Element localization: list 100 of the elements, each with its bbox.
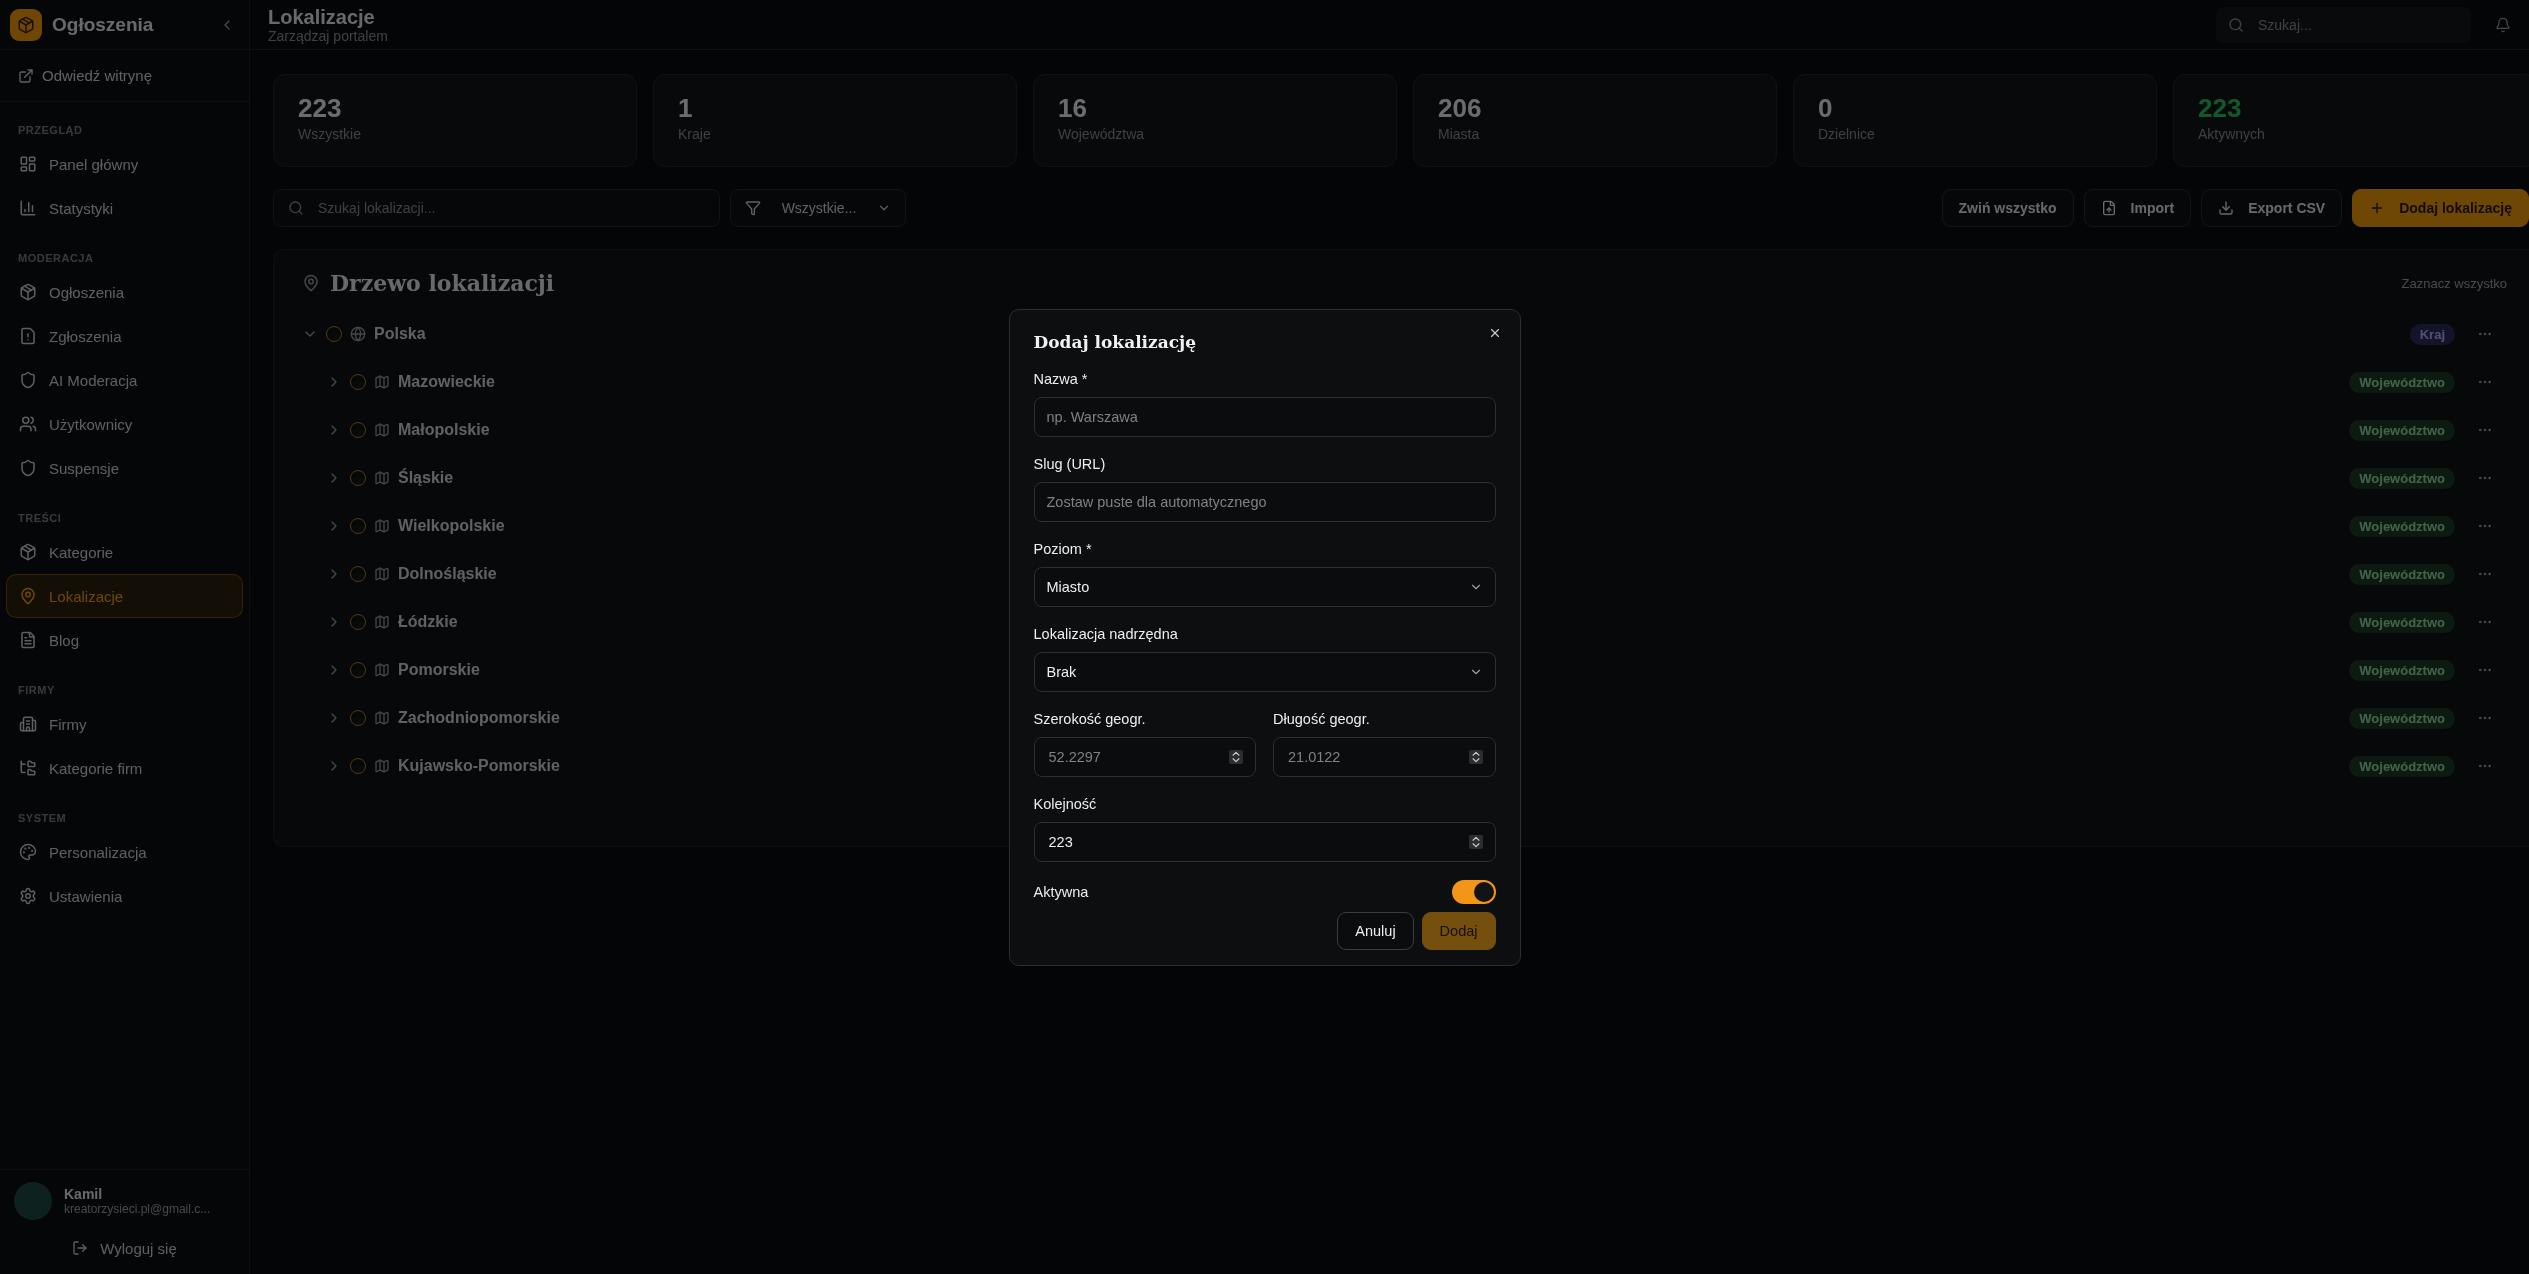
building-icon [19,715,37,733]
input-field[interactable]: Zostaw puste dla automatycznego [1033,481,1496,522]
search-icon [2228,16,2244,33]
number-field[interactable]: 21.0122 [1273,736,1496,777]
map-icon [374,566,390,582]
number-input[interactable]: 52.2297 [1046,737,1221,776]
map-icon [374,758,390,774]
file-alert-icon [19,327,37,345]
location-name: Łódzkie [398,613,458,631]
export-button[interactable]: Export CSV [2201,189,2343,227]
search-field[interactable]: Szukaj... [2216,6,2471,43]
dialog-title: Dodaj lokalizację [1033,331,1198,352]
sidebar-item[interactable]: Statystyki [6,186,243,230]
map-icon [374,662,390,678]
level-tag: Województwo [2349,515,2455,537]
location-name: Dolnośląskie [398,565,497,583]
field-label: Szerokość geogr. [1033,710,1147,727]
sidebar-item[interactable]: AI Moderacja [6,358,243,402]
external-link-icon [18,67,34,84]
stat-label: Wszystkie [298,126,362,142]
page-subtitle: Zarządzaj portalem [268,27,388,44]
add-button[interactable]: Dodaj lokalizację [2352,189,2529,227]
level-tag: Województwo [2349,707,2455,729]
select-field[interactable]: Brak [1033,651,1496,692]
stat-value: 206 [1438,93,1483,124]
download-icon [2218,200,2235,216]
sidebar-item[interactable]: Blog [6,618,243,662]
stat-label: Miasta [1438,126,1481,142]
spinner-icon[interactable] [1468,834,1483,849]
level-tag: Województwo [2349,755,2455,777]
field-label: Długość geogr. [1273,710,1371,727]
globe-icon [350,326,366,342]
sidebar-item[interactable]: Firmy [6,702,243,746]
level-tag: Województwo [2349,659,2455,681]
location-name: Zachodniopomorskie [398,709,560,727]
logout-button[interactable]: Wyloguj się [14,1230,235,1266]
avatar [14,1182,52,1220]
select-field[interactable]: Miasto [1033,566,1496,607]
collapse-all-button[interactable]: Zwiń wszystko [1941,189,2074,227]
sidebar-item[interactable]: Ogłoszenia [6,270,243,314]
select-all-link[interactable]: Zaznacz wszystko [2401,275,2507,291]
sidebar-item[interactable]: Suspensje [6,446,243,490]
toggle-switch[interactable] [1451,879,1496,904]
logout-icon [72,1240,89,1256]
stat-value: 223 [2198,93,2243,124]
field-label: Slug (URL) [1033,455,1107,472]
field-label: Nazwa * [1033,370,1089,387]
field-label: Lokalizacja nadrzędna [1033,625,1179,642]
page-title: Lokalizacje [268,5,376,28]
sidebar-item[interactable]: Personalizacja [6,830,243,874]
folder-tree-icon [19,759,37,777]
sidebar-item[interactable]: Panel główny [6,142,243,186]
level-tag: Kraj [2409,323,2455,345]
sidebar-item[interactable]: Zgłoszenia [6,314,243,358]
map-icon [374,470,390,486]
stat-label: Aktywnych [2198,126,2266,142]
sidebar-item[interactable]: Kategorie [6,530,243,574]
input-field[interactable]: np. Warszawa [1033,396,1496,437]
location-name: Śląskie [398,469,454,487]
map-pin-icon [302,274,320,292]
location-name: Polska [374,325,426,343]
bar-chart-icon [19,199,37,217]
sidebar-item[interactable]: Użytkownicy [6,402,243,446]
stat-label: Województwa [1058,126,1146,142]
cancel-button[interactable]: Anuluj [1337,911,1414,950]
users-icon [19,415,37,433]
spinner-icon[interactable] [1229,749,1243,764]
visit-site-link[interactable]: Odwiedź witrynę [0,50,249,102]
file-upload-icon [2100,200,2117,216]
search-icon [288,200,304,216]
number-input[interactable]: 21.0122 [1286,737,1461,776]
stat-value: 16 [1058,93,1088,124]
map-icon [374,518,390,534]
field-label: Aktywna [1033,883,1089,900]
filter-select[interactable]: Wszystkie... [730,189,906,227]
panel-title: Drzewo lokalizacji [330,270,555,296]
stat-label: Dzielnice [1818,126,1876,142]
stat-value: 1 [678,93,694,124]
map-icon [374,374,390,390]
settings-icon [19,887,37,905]
shield-icon [19,459,37,477]
level-tag: Województwo [2349,611,2455,633]
spinner-icon[interactable] [1468,749,1483,764]
map-icon [374,422,390,438]
field-label: Kolejność [1033,795,1098,812]
search-input[interactable]: Szukaj... [2256,6,2459,43]
location-name: Wielkopolskie [398,517,505,535]
import-button[interactable]: Import [2083,189,2192,227]
search-input[interactable]: Szukaj lokalizacji... [316,190,705,226]
package-icon [17,15,35,34]
location-name: Pomorskie [398,661,480,679]
sidebar-item[interactable]: Kategorie firm [6,746,243,790]
search-field[interactable]: Szukaj lokalizacji... [273,189,720,227]
package-icon [19,283,37,301]
document-icon [19,631,37,649]
sidebar-item[interactable]: Ustawienia [6,874,243,918]
user-name: Kamil [64,1186,104,1202]
field-label: Poziom * [1033,540,1093,557]
number-field[interactable]: 52.2297 [1033,736,1256,777]
bell-icon[interactable] [2495,16,2511,33]
